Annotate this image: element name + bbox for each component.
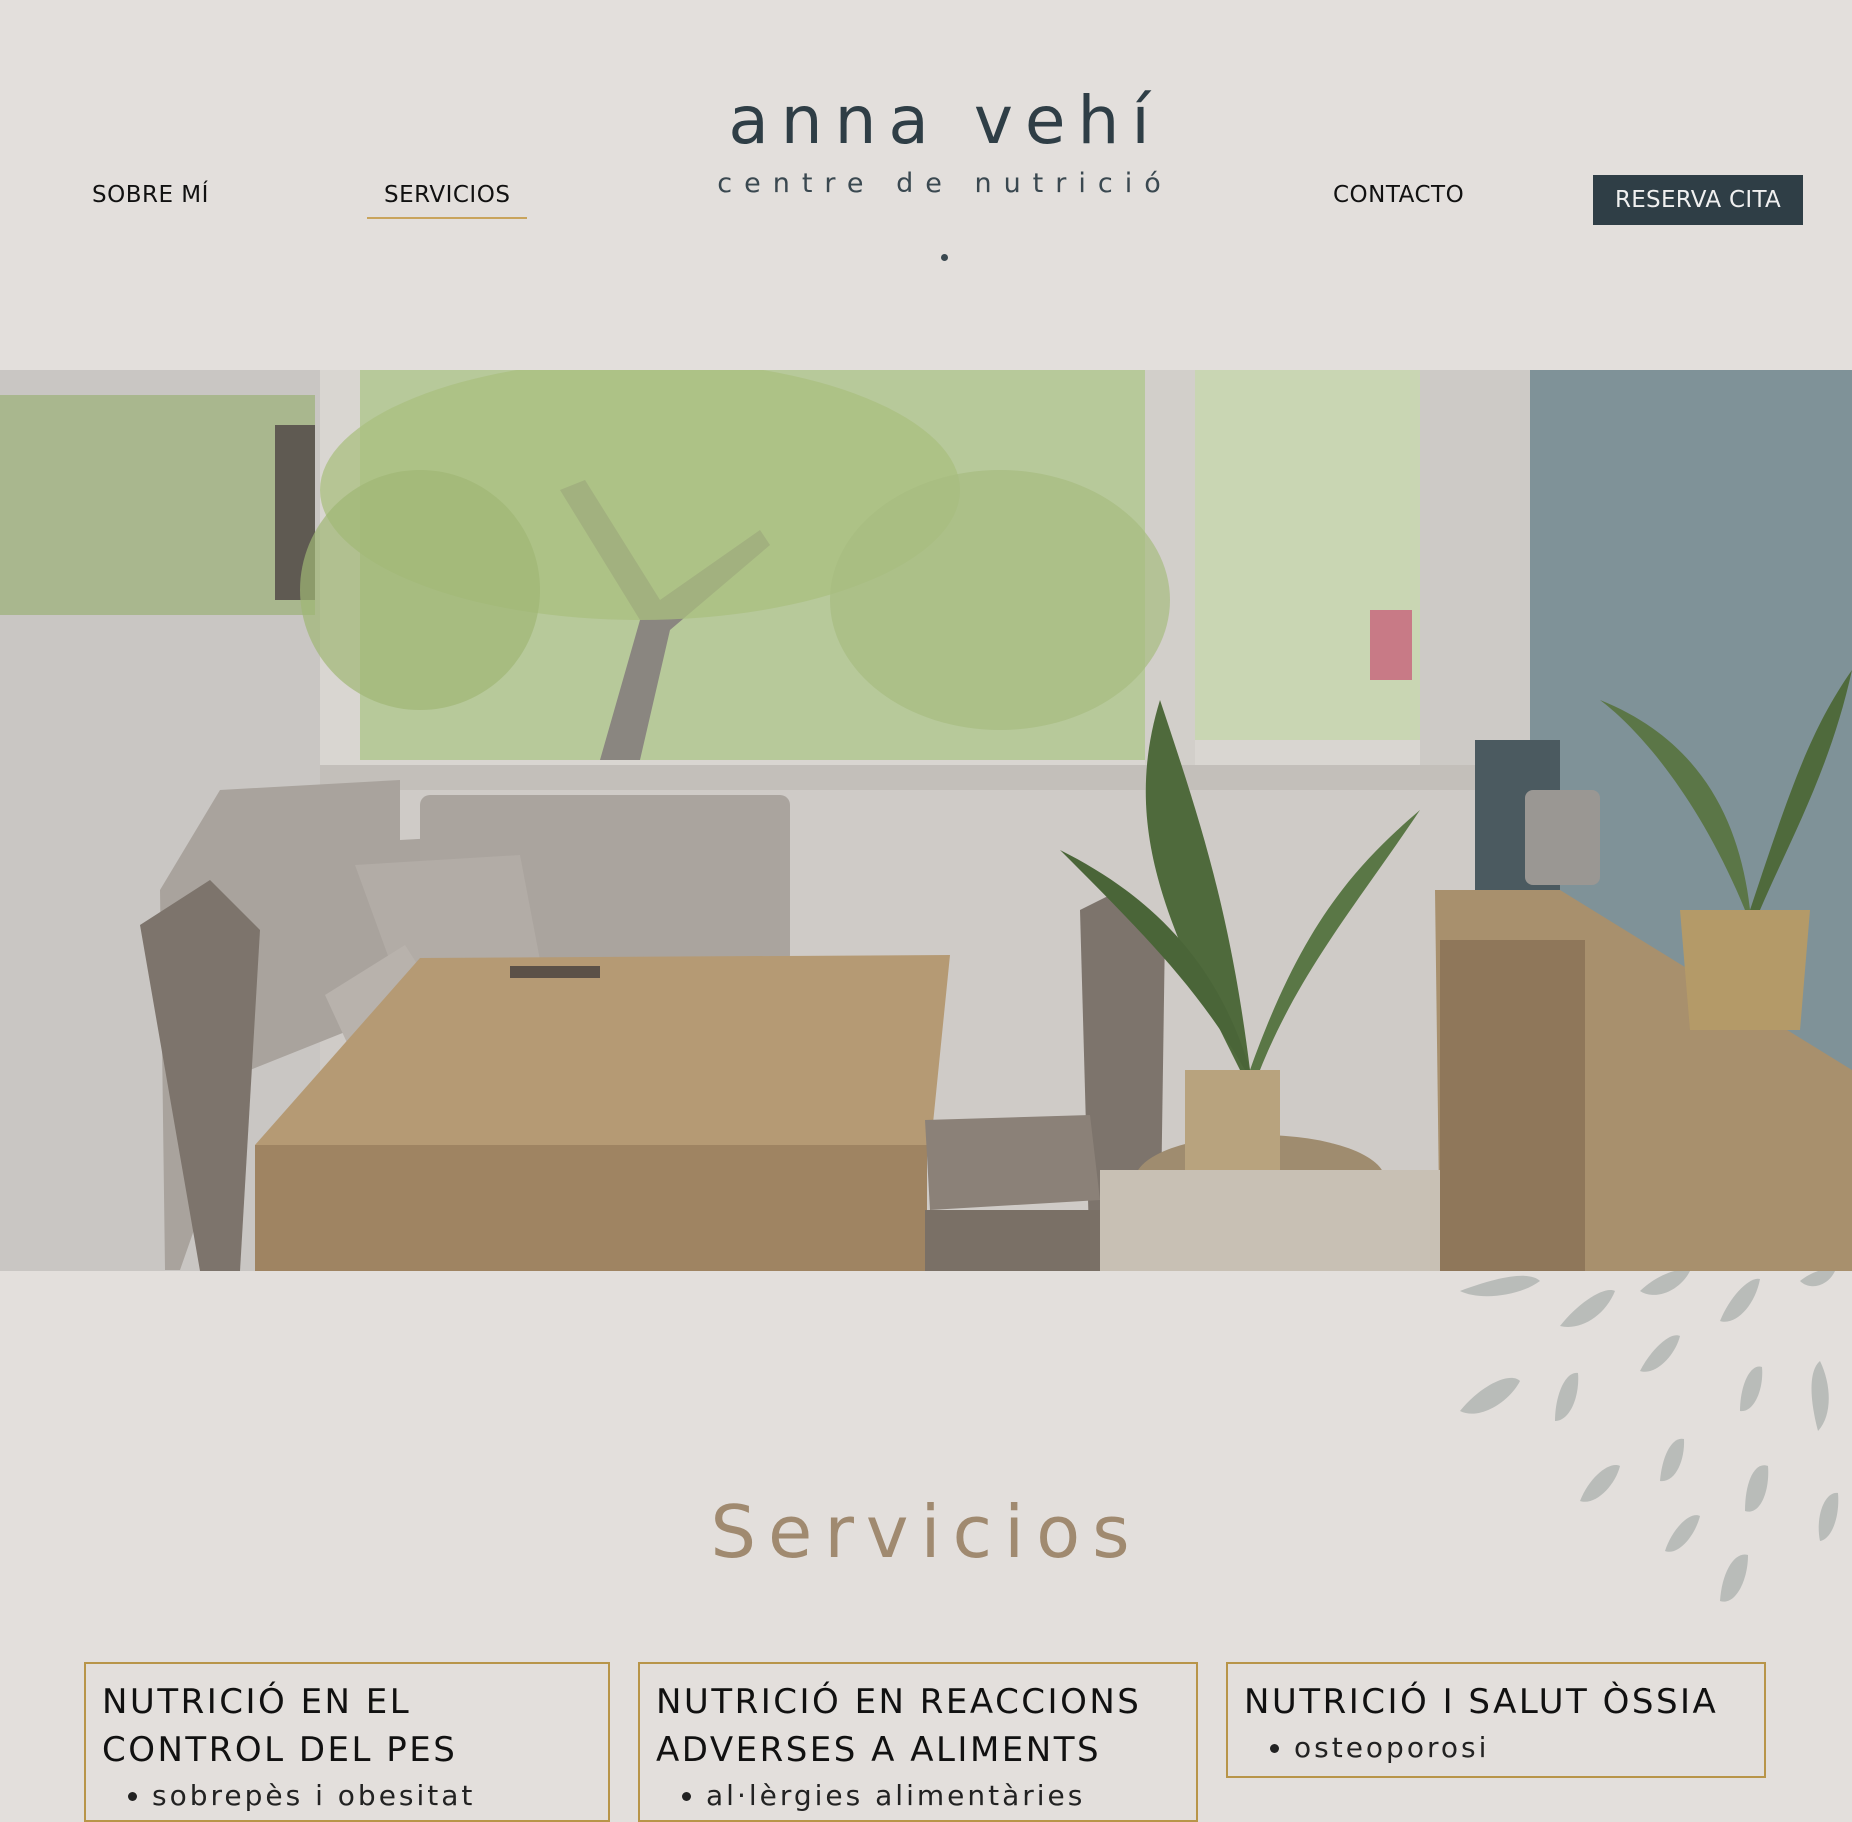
service-card-control-pes[interactable]: NUTRICIÓ EN EL CONTROL DEL PES sobrepès … [84, 1662, 610, 1822]
service-list: al·lèrgies alimentàries [656, 1774, 1180, 1818]
service-list: sobrepès i obesitat [102, 1774, 592, 1818]
nav-contacto[interactable]: CONTACTO [1333, 182, 1464, 208]
nav-servicios[interactable]: SERVICIOS [384, 182, 510, 208]
logo-subtitle: centre de nutrició [717, 168, 1173, 199]
service-card-reaccions-adverses[interactable]: NUTRICIÓ EN REACCIONS ADVERSES A ALIMENT… [638, 1662, 1198, 1822]
list-item: osteoporosi [1294, 1726, 1748, 1770]
site-header: SOBRE MÍ SERVICIOS CONTACTO RESERVA CITA… [0, 0, 1852, 370]
list-item: al·lèrgies alimentàries [706, 1774, 1180, 1818]
nav-sobre-mi[interactable]: SOBRE MÍ [92, 182, 209, 208]
service-title-line1: NUTRICIÓ I SALUT ÒSSIA [1244, 1682, 1719, 1722]
nav-active-underline [367, 217, 527, 219]
site-logo[interactable]: anna vehí centre de nutrició [700, 82, 1190, 200]
reserva-cita-button[interactable]: RESERVA CITA [1593, 175, 1803, 225]
services-title: Servicios [710, 1489, 1142, 1574]
brush-stroke-decoration [1460, 1271, 1839, 1602]
service-card-salut-ossia[interactable]: NUTRICIÓ I SALUT ÒSSIA osteoporosi [1226, 1662, 1766, 1778]
service-title-line1: NUTRICIÓ EN EL [102, 1682, 412, 1722]
logo-name: anna vehí [728, 82, 1162, 159]
hero-image [0, 370, 1852, 1271]
service-title-line1: NUTRICIÓ EN REACCIONS [656, 1682, 1142, 1722]
service-card-title: NUTRICIÓ EN REACCIONS ADVERSES A ALIMENT… [656, 1678, 1180, 1774]
list-item: sobrepès i obesitat [152, 1774, 592, 1818]
service-title-line2: CONTROL DEL PES [102, 1730, 458, 1770]
service-card-title: NUTRICIÓ I SALUT ÒSSIA [1244, 1678, 1748, 1726]
service-card-title: NUTRICIÓ EN EL CONTROL DEL PES [102, 1678, 592, 1774]
logo-dot [941, 254, 948, 261]
service-title-line2: ADVERSES A ALIMENTS [656, 1730, 1102, 1770]
service-list: osteoporosi [1244, 1726, 1748, 1770]
consultation-room-photo [0, 370, 1852, 1271]
